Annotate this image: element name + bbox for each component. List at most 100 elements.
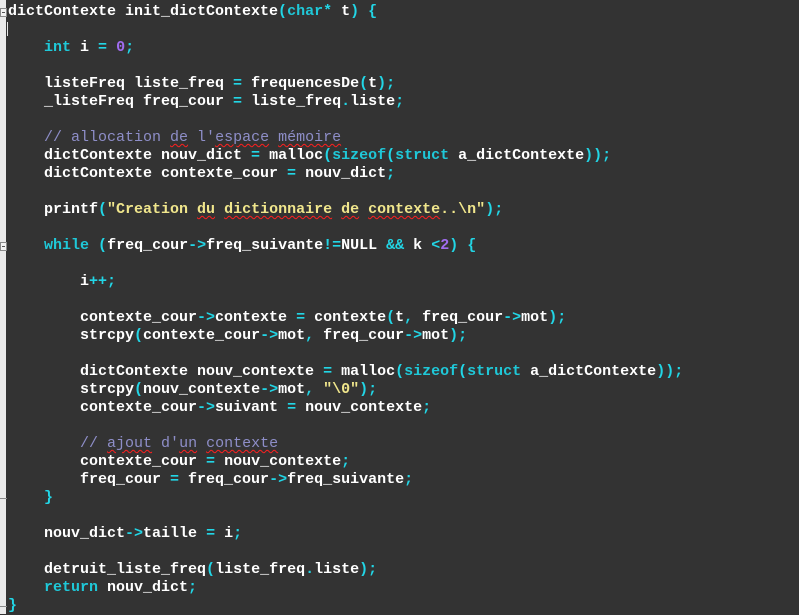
identifier: printf: [8, 201, 99, 218]
code-line[interactable]: freq_cour = freq_cour->freq_suivante;: [8, 471, 799, 489]
code-line[interactable]: }: [8, 489, 799, 507]
fold-toggle-icon[interactable]: [0, 242, 7, 251]
punctuation: (: [134, 327, 144, 344]
operator: =: [251, 147, 261, 164]
code-line[interactable]: [8, 21, 799, 39]
punctuation: ;: [386, 165, 396, 182]
code-line[interactable]: [8, 507, 799, 525]
punctuation: ;: [395, 93, 405, 110]
identifier: malloc: [332, 363, 396, 380]
fold-toggle-icon[interactable]: [0, 8, 7, 17]
punctuation: );: [377, 75, 396, 92]
identifier: mot: [278, 327, 306, 344]
code-line[interactable]: // allocation de l'espace mémoire: [8, 129, 799, 147]
punctuation: .: [305, 561, 315, 578]
fold-gutter: [0, 0, 6, 614]
keyword: char: [287, 3, 324, 20]
code-line[interactable]: [8, 255, 799, 273]
code-line[interactable]: nouv_dict->taille = i;: [8, 525, 799, 543]
code-line[interactable]: strcpy(contexte_cour->mot, freq_cour->mo…: [8, 327, 799, 345]
keyword: struct: [395, 147, 450, 164]
punctuation: (: [359, 75, 369, 92]
identifier: suivant: [215, 399, 288, 416]
code-line[interactable]: [8, 57, 799, 75]
operator: ->: [503, 309, 522, 326]
operator: =: [206, 453, 216, 470]
punctuation: ;: [404, 471, 414, 488]
identifier: frequencesDe: [242, 75, 360, 92]
punctuation: {: [368, 3, 378, 20]
code-line[interactable]: [8, 183, 799, 201]
code-line[interactable]: contexte_cour->contexte = contexte(t, fr…: [8, 309, 799, 327]
punctuation: );: [548, 309, 567, 326]
punctuation: (: [395, 363, 405, 380]
code-line[interactable]: i++;: [8, 273, 799, 291]
operator: ++: [89, 273, 108, 290]
identifier: nouv_contexte: [215, 453, 342, 470]
comment-misspelled: contexte: [206, 435, 279, 452]
code-line[interactable]: detruit_liste_freq(liste_freq.liste);: [8, 561, 799, 579]
code-line[interactable]: contexte_cour->suivant = nouv_contexte;: [8, 399, 799, 417]
comment-misspelled: espace: [215, 129, 270, 146]
code-line[interactable]: dictContexte nouv_contexte = malloc(size…: [8, 363, 799, 381]
identifier: k: [404, 237, 432, 254]
punctuation: ;: [188, 579, 198, 596]
code-line[interactable]: strcpy(nouv_contexte->mot, "\0");: [8, 381, 799, 399]
string-literal: ..\n": [440, 201, 486, 218]
code-line[interactable]: dictContexte contexte_cour = nouv_dict;: [8, 165, 799, 183]
string-literal: [359, 201, 368, 218]
identifier: dictContexte init_dictContexte: [8, 3, 279, 20]
identifier: contexte_cour: [8, 453, 207, 470]
punctuation: ,: [305, 381, 315, 398]
comment: [269, 129, 278, 146]
operator: =: [233, 75, 243, 92]
identifier: [314, 381, 323, 398]
identifier: a_dictContexte: [449, 147, 585, 164]
code-line[interactable]: }: [8, 597, 799, 615]
code-line[interactable]: contexte_cour = nouv_contexte;: [8, 453, 799, 471]
code-line[interactable]: while (freq_cour->freq_suivante!=NULL &&…: [8, 237, 799, 255]
fold-end-marker-icon: [0, 606, 7, 607]
identifier: dictContexte contexte_cour: [8, 165, 288, 182]
comment: [197, 435, 206, 452]
identifier: strcpy: [8, 381, 135, 398]
code-line[interactable]: [8, 345, 799, 363]
identifier: strcpy: [8, 327, 135, 344]
identifier: freq_suivante: [287, 471, 405, 488]
code-line[interactable]: listeFreq liste_freq = frequencesDe(t);: [8, 75, 799, 93]
identifier: contexte_cour: [143, 327, 261, 344]
operator: =: [170, 471, 180, 488]
keyword: sizeof: [332, 147, 387, 164]
code-line[interactable]: [8, 111, 799, 129]
number: 0: [116, 39, 126, 56]
code-line[interactable]: [8, 417, 799, 435]
code-line[interactable]: [8, 219, 799, 237]
fold-end-marker-icon: [0, 498, 7, 499]
identifier: [89, 237, 98, 254]
comment-misspelled: de: [170, 129, 189, 146]
keyword: int: [44, 39, 72, 56]
code-line[interactable]: // ajout d'un contexte: [8, 435, 799, 453]
punctuation: .: [341, 93, 351, 110]
comment-misspelled: mémoire: [278, 129, 342, 146]
code-line[interactable]: dictContexte nouv_dict = malloc(sizeof(s…: [8, 147, 799, 165]
code-line[interactable]: [8, 543, 799, 561]
identifier: taille: [143, 525, 207, 542]
code-line[interactable]: return nouv_dict;: [8, 579, 799, 597]
code-line[interactable]: printf("Creation du dictionnaire de cont…: [8, 201, 799, 219]
code-line[interactable]: int i = 0;: [8, 39, 799, 57]
punctuation: );: [449, 327, 468, 344]
identifier: liste_freq: [242, 93, 342, 110]
identifier: contexte: [215, 309, 297, 326]
identifier: mot: [278, 381, 306, 398]
operator: ->: [260, 381, 279, 398]
code-line[interactable]: _listeFreq freq_cour = liste_freq.liste;: [8, 93, 799, 111]
code-line[interactable]: [8, 291, 799, 309]
operator: ->: [188, 237, 207, 254]
punctuation: {: [467, 237, 477, 254]
identifier: NULL: [341, 237, 387, 254]
code-editor[interactable]: dictContexte init_dictContexte(char* t) …: [8, 3, 799, 615]
punctuation: (: [323, 147, 333, 164]
code-line[interactable]: dictContexte init_dictContexte(char* t) …: [8, 3, 799, 21]
string-literal: [332, 201, 341, 218]
